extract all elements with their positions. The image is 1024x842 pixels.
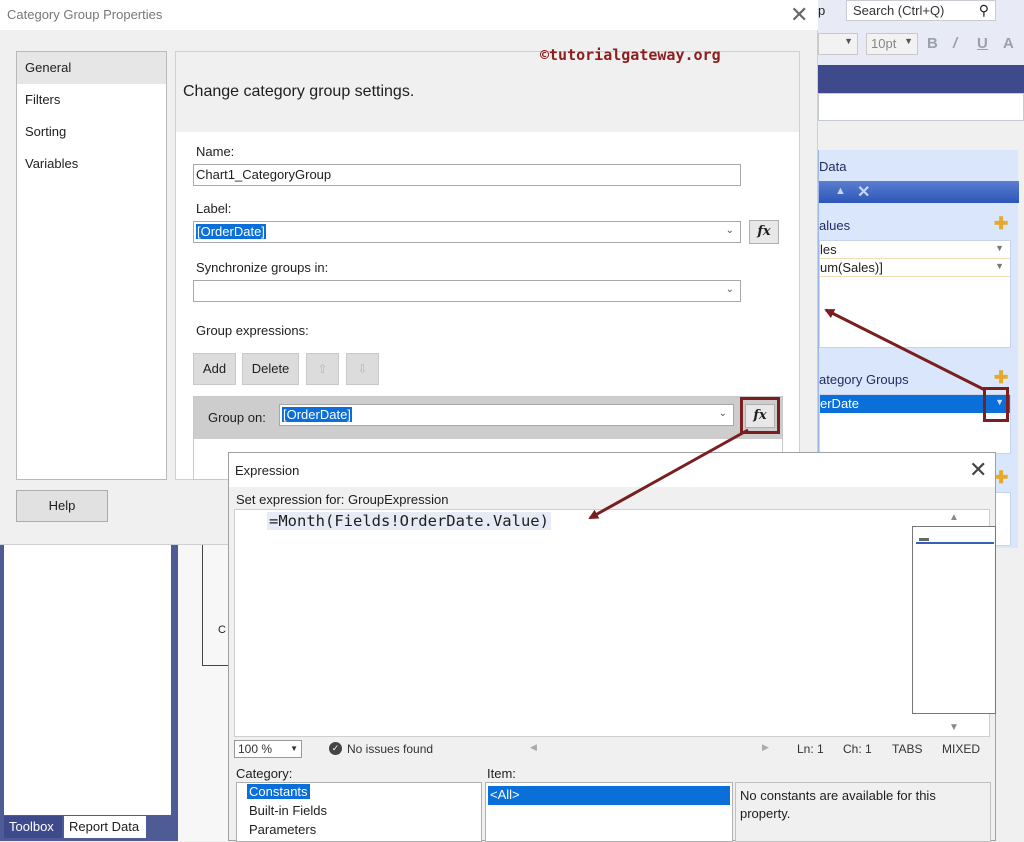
search-placeholder: Search (Ctrl+Q) <box>853 3 945 18</box>
annotation-box-category-dropdown <box>983 387 1009 422</box>
set-expression-label: Set expression for: GroupExpression <box>236 492 449 507</box>
arrow-down-icon: ⇩ <box>357 362 368 376</box>
page-title: Change category group settings. <box>183 83 415 100</box>
add-series-group-icon[interactable]: ✚ <box>994 468 1008 488</box>
item-list: <All> <box>485 782 733 842</box>
list-item[interactable]: Constants <box>237 783 481 802</box>
label-expression-button[interactable]: fx <box>749 220 779 244</box>
chart-data-title: Data <box>819 159 847 174</box>
close-icon[interactable]: ✕ <box>969 457 987 483</box>
delete-button[interactable]: Delete <box>242 353 299 385</box>
font-size-combo[interactable]: 10pt ▼ <box>866 33 918 55</box>
italic-button[interactable]: / <box>953 35 957 52</box>
vs-tab-strip <box>818 65 1024 93</box>
add-category-group-icon[interactable]: ✚ <box>994 368 1008 388</box>
issues-status: No issues found <box>347 742 434 756</box>
chevron-down-icon[interactable]: ▼ <box>995 243 1004 253</box>
group-on-field[interactable]: [OrderDate] ⌄ <box>279 404 734 426</box>
zoom-select[interactable]: 100 % ▼ <box>234 740 302 758</box>
item-description: No constants are available for this prop… <box>735 782 991 842</box>
tabs-indicator: TABS <box>892 742 923 756</box>
list-item[interactable]: <All> <box>488 786 730 805</box>
category-label: Category: <box>236 766 293 781</box>
table-row: Group on: [OrderDate] ⌄ fx <box>194 397 782 439</box>
chevron-down-icon: ▼ <box>290 744 298 753</box>
chevron-down-icon: ▼ <box>844 36 853 46</box>
sync-groups-select[interactable]: ⌄ <box>193 280 741 302</box>
list-item[interactable]: les ▼ <box>820 241 1010 259</box>
check-circle-icon: ✓ <box>329 742 342 755</box>
category-groups-header: ategory Groups <box>819 372 909 387</box>
scroll-left-icon[interactable]: ◀ <box>530 742 537 753</box>
underline-button[interactable]: U <box>977 35 988 52</box>
font-color-button[interactable]: A <box>1003 35 1014 52</box>
page-header: Change category group settings. <box>176 52 799 132</box>
nav-item-sorting[interactable]: Sorting <box>17 116 166 148</box>
bold-button[interactable]: B <box>927 35 938 52</box>
toolbox-panel <box>4 543 171 815</box>
list-item[interactable]: Parameters <box>237 821 481 840</box>
nav-item-variables[interactable]: Variables <box>17 148 166 180</box>
item-label: Item: <box>487 766 516 781</box>
search-box[interactable]: Search (Ctrl+Q) ⚲ <box>846 0 996 21</box>
editor-minimap[interactable] <box>912 526 996 714</box>
nav-item-general[interactable]: General <box>17 52 166 84</box>
font-size-value: 10pt <box>871 36 897 51</box>
name-label: Name: <box>196 144 235 159</box>
tab-report-data[interactable]: Report Data <box>64 816 146 838</box>
expression-titlebar <box>229 453 995 487</box>
add-value-icon[interactable]: ✚ <box>994 214 1008 234</box>
name-field[interactable]: Chart1_CategoryGroup <box>193 164 741 186</box>
design-fragment: C <box>218 624 226 636</box>
group-expressions-label: Group expressions: <box>196 323 309 338</box>
dialog-nav: General Filters Sorting Variables <box>16 51 167 480</box>
list-item[interactable]: um(Sales)] ▼ <box>820 259 1010 277</box>
scroll-down-icon[interactable]: ▼ <box>949 722 959 733</box>
expression-text[interactable]: =Month(Fields!OrderDate.Value) <box>267 512 551 530</box>
values-header: alues <box>819 218 851 233</box>
list-item[interactable]: erDate ▼ <box>820 395 1010 413</box>
expression-dialog-title: Expression <box>235 463 300 478</box>
chevron-down-icon[interactable]: ▼ <box>995 261 1004 271</box>
design-chart-outline <box>202 543 230 666</box>
move-up-button[interactable]: ⇧ <box>306 353 339 385</box>
values-list: les ▼ um(Sales)] ▼ <box>819 240 1011 348</box>
chevron-down-icon[interactable]: ⌄ <box>726 225 734 236</box>
editor-statusbar: 100 % ▼ ✓ No issues found ◀ ▶ Ln: 1 Ch: 1… <box>234 739 990 759</box>
dialog-title: Category Group Properties <box>7 7 163 22</box>
expression-dialog: Expression ✕ Set expression for: GroupEx… <box>228 452 996 842</box>
help-button[interactable]: Help <box>16 490 108 522</box>
scroll-right-icon[interactable]: ▶ <box>762 742 769 753</box>
tab-toolbox[interactable]: Toolbox <box>4 816 62 838</box>
category-list: Constants Built-in Fields Parameters <box>236 782 482 842</box>
line-indicator: Ln: 1 <box>797 742 824 756</box>
list-item[interactable]: Built-in Fields <box>237 802 481 821</box>
delete-icon[interactable]: ✕ <box>857 182 870 202</box>
label-field[interactable]: [OrderDate] ⌄ <box>193 221 741 243</box>
group-on-label: Group on: <box>208 410 266 425</box>
move-down-button[interactable]: ⇩ <box>346 353 379 385</box>
chart-data-toolbar: ▲ ✕ <box>819 181 1019 203</box>
annotation-box-fx <box>740 397 780 434</box>
help-menu-fragment[interactable]: p <box>818 3 825 18</box>
chevron-down-icon: ▼ <box>904 36 913 46</box>
chevron-down-icon[interactable]: ⌄ <box>726 284 734 295</box>
mode-indicator: MIXED <box>942 742 981 756</box>
sync-label: Synchronize groups in: <box>196 260 329 275</box>
nav-item-filters[interactable]: Filters <box>17 84 166 116</box>
close-icon[interactable]: ✕ <box>790 2 808 28</box>
search-icon[interactable]: ⚲ <box>979 2 989 19</box>
expression-editor[interactable]: =Month(Fields!OrderDate.Value) ▲ ▼ <box>234 509 996 737</box>
add-button[interactable]: Add <box>193 353 236 385</box>
chevron-down-icon[interactable]: ⌄ <box>719 408 727 419</box>
font-family-combo[interactable]: ▼ <box>818 33 858 55</box>
char-indicator: Ch: 1 <box>843 742 872 756</box>
watermark: ©tutorialgateway.org <box>540 46 721 64</box>
arrow-up-icon: ⇧ <box>317 362 328 376</box>
vs-address-bar <box>818 93 1024 121</box>
label-label: Label: <box>196 201 232 216</box>
move-up-icon[interactable]: ▲ <box>835 185 846 197</box>
scroll-up-icon[interactable]: ▲ <box>949 512 959 523</box>
